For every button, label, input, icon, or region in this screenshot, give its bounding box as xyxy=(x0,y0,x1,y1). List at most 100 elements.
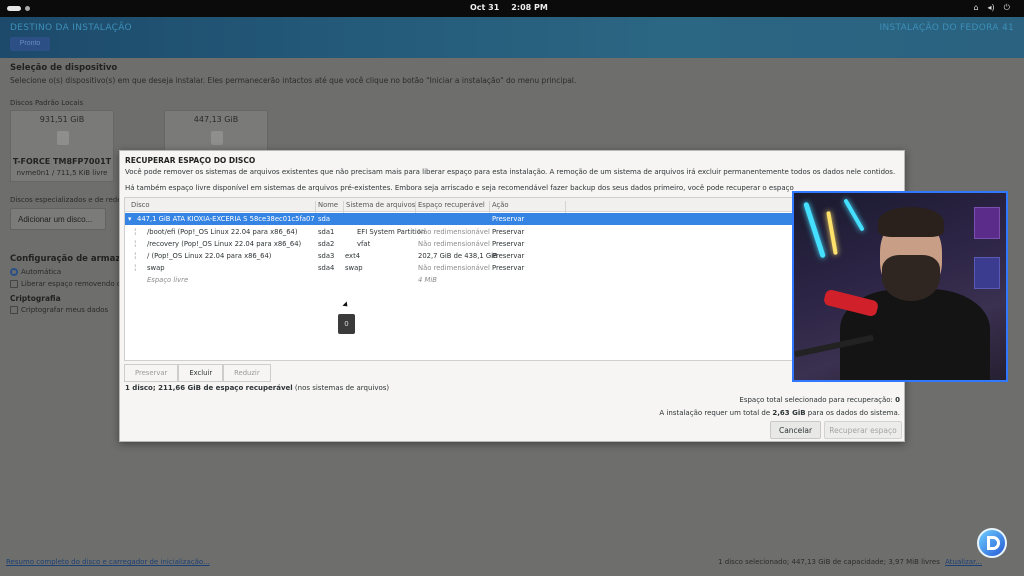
device-selection-desc: Selecione o(s) dispositivo(s) em que des… xyxy=(10,76,577,85)
row-disk: 447,1 GiB ATA KIOXIA-EXCERIA S 58ce38ec0… xyxy=(137,215,315,223)
row-action: Preservar xyxy=(492,215,525,223)
product-title: INSTALAÇÃO DO FEDORA 41 xyxy=(879,23,1014,33)
neon-light xyxy=(803,201,826,259)
system-tray[interactable]: ⌂ ◂) ⏻ xyxy=(973,3,1010,13)
row-disk: /boot/efi (Pop!_OS Linux 22.04 para x86_… xyxy=(147,228,298,236)
requirement-value: 2,63 GiB xyxy=(772,409,806,417)
table-row[interactable]: Espaço livre 4 MiB xyxy=(125,274,901,286)
presenter-hair xyxy=(878,207,944,237)
tree-line-icon: ╎ xyxy=(133,228,138,236)
tooltip: 0 xyxy=(338,314,355,334)
install-requirement: A instalação requer um total de 2,63 GiB… xyxy=(659,409,900,417)
free-space-row[interactable]: Liberar espaço removendo ou xyxy=(10,280,126,288)
add-disk-button[interactable]: Adicionar um disco... xyxy=(10,208,106,230)
page-title: DESTINO DA INSTALAÇÃO xyxy=(10,23,132,33)
row-disk: Espaço livre xyxy=(147,276,189,284)
preserve-button[interactable]: Preservar xyxy=(124,364,179,382)
dialog-intro: Você pode remover os sistemas de arquivo… xyxy=(125,168,896,176)
wall-poster xyxy=(974,257,1000,289)
cancel-button[interactable]: Cancelar xyxy=(770,421,821,439)
crypto-title: Criptografia xyxy=(10,294,61,303)
workspace-dot[interactable] xyxy=(25,6,30,11)
checkbox-encrypt[interactable] xyxy=(10,306,18,314)
expander-icon[interactable]: ▾ xyxy=(128,215,131,223)
disk-name: T-FORCE TM8FP7001T xyxy=(12,157,112,166)
table-row[interactable]: ╎ /recovery (Pop!_OS Linux 22.04 para x8… xyxy=(125,238,901,250)
top-bar: Oct 31 2:08 PM ⌂ ◂) ⏻ xyxy=(0,0,1024,17)
row-reclaimable: Não redimensionável xyxy=(418,228,490,236)
disk-summary-link[interactable]: Resumo completo do disco e carregador de… xyxy=(6,558,210,566)
selection-status-text: 1 disco selecionado; 447,13 GiB de capac… xyxy=(718,558,940,566)
total-selected: Espaço total selecionado para recuperaçã… xyxy=(739,396,900,404)
col-fs[interactable]: Sistema de arquivos xyxy=(346,201,415,209)
requirement-prefix: A instalação requer um total de xyxy=(659,409,773,417)
table-row[interactable]: ╎ /boot/efi (Pop!_OS Linux 22.04 para x8… xyxy=(125,226,901,238)
disk-info: nvme0n1 / 711,5 KiB livre xyxy=(16,169,108,177)
dialog-free-space-note: Há também espaço livre disponível em sis… xyxy=(125,184,795,192)
activities-indicator[interactable] xyxy=(7,6,21,11)
tree-line-icon: ╎ xyxy=(133,240,138,248)
local-disks-label: Discos Padrão Locais xyxy=(10,99,84,107)
refresh-link[interactable]: Atualizar... xyxy=(945,558,982,566)
col-disk[interactable]: Disco xyxy=(131,201,150,209)
device-selection-title: Seleção de dispositivo xyxy=(10,63,118,73)
col-reclaimable[interactable]: Espaço recuperável xyxy=(418,201,485,209)
reclaim-summary: 1 disco; 211,66 GiB de espaço recuperáve… xyxy=(125,384,389,392)
row-action: Preservar xyxy=(492,228,525,236)
network-icon: ⌂ xyxy=(973,3,979,12)
row-fs: vfat xyxy=(357,240,371,248)
row-name: sda4 xyxy=(318,264,335,272)
reclaim-space-dialog: RECUPERAR ESPAÇO DO DISCO Você pode remo… xyxy=(119,150,905,442)
presenter-beard xyxy=(882,255,940,301)
free-space-label: Liberar espaço removendo ou xyxy=(21,280,126,288)
total-selected-value: 0 xyxy=(895,396,900,404)
crypto-row[interactable]: Criptografar meus dados xyxy=(10,306,108,314)
delete-button[interactable]: Excluir xyxy=(178,364,224,382)
table-row[interactable]: ▾ 447,1 GiB ATA KIOXIA-EXCERIA S 58ce38e… xyxy=(125,213,901,225)
webcam-overlay xyxy=(792,191,1008,382)
row-reclaimable: 4 MiB xyxy=(418,276,437,284)
done-button[interactable]: Pronto xyxy=(10,37,50,51)
neon-light xyxy=(843,198,865,232)
checkbox-free-space[interactable] xyxy=(10,280,18,288)
row-action: Preservar xyxy=(492,240,525,248)
power-icon: ⏻ xyxy=(1003,3,1010,12)
table-row[interactable]: ╎ / (Pop!_OS Linux 22.04 para x86_64) sd… xyxy=(125,250,901,262)
row-action-bar: Preservar Excluir Reduzir xyxy=(124,364,271,382)
row-name: sda1 xyxy=(318,228,335,236)
table-header: Disco Nome Sistema de arquivos Espaço re… xyxy=(125,198,901,215)
auto-radio-row[interactable]: Automática xyxy=(10,268,61,276)
row-disk: / (Pop!_OS Linux 22.04 para x86_64) xyxy=(147,252,272,260)
row-fs: swap xyxy=(345,264,363,272)
reclaim-summary-rest: (nos sistemas de arquivos) xyxy=(292,384,390,392)
clock[interactable]: Oct 31 2:08 PM xyxy=(470,3,560,12)
clock-time: 2:08 PM xyxy=(511,3,548,12)
hard-disk-icon xyxy=(211,131,223,145)
row-disk: /recovery (Pop!_OS Linux 22.04 para x86_… xyxy=(147,240,302,248)
row-disk: swap xyxy=(147,264,165,272)
row-reclaimable: 202,7 GiB de 438,1 GiB xyxy=(418,252,498,260)
dialog-title: RECUPERAR ESPAÇO DO DISCO xyxy=(125,156,256,165)
row-action: Preservar xyxy=(492,264,525,272)
wall-poster xyxy=(974,207,1000,239)
channel-logo-icon xyxy=(977,528,1007,558)
disk-card-nvme[interactable]: 931,51 GiB T-FORCE TM8FP7001T nvme0n1 / … xyxy=(10,110,114,182)
table-row[interactable]: ╎ swap sda4 swap Não redimensionável Pre… xyxy=(125,262,901,274)
col-name[interactable]: Nome xyxy=(318,201,338,209)
row-name: sda3 xyxy=(318,252,335,260)
partition-table[interactable]: Disco Nome Sistema de arquivos Espaço re… xyxy=(124,197,902,361)
mouse-cursor-icon xyxy=(342,301,350,309)
neon-light xyxy=(826,210,838,256)
installer-header: DESTINO DA INSTALAÇÃO INSTALAÇÃO DO FEDO… xyxy=(0,17,1024,58)
disk-capacity: 447,13 GiB xyxy=(193,115,239,124)
disk-capacity: 931,51 GiB xyxy=(39,115,85,124)
reclaim-summary-bold: 1 disco; 211,66 GiB de espaço recuperáve… xyxy=(125,384,293,392)
clock-date: Oct 31 xyxy=(470,3,500,12)
radio-auto-label: Automática xyxy=(21,268,62,276)
row-name: sda xyxy=(318,215,331,223)
radio-auto[interactable] xyxy=(10,268,18,276)
selection-status: 1 disco selecionado; 447,13 GiB de capac… xyxy=(718,558,982,566)
col-action[interactable]: Ação xyxy=(492,201,509,209)
shrink-button[interactable]: Reduzir xyxy=(223,364,271,382)
reclaim-space-button[interactable]: Recuperar espaço xyxy=(824,421,902,439)
